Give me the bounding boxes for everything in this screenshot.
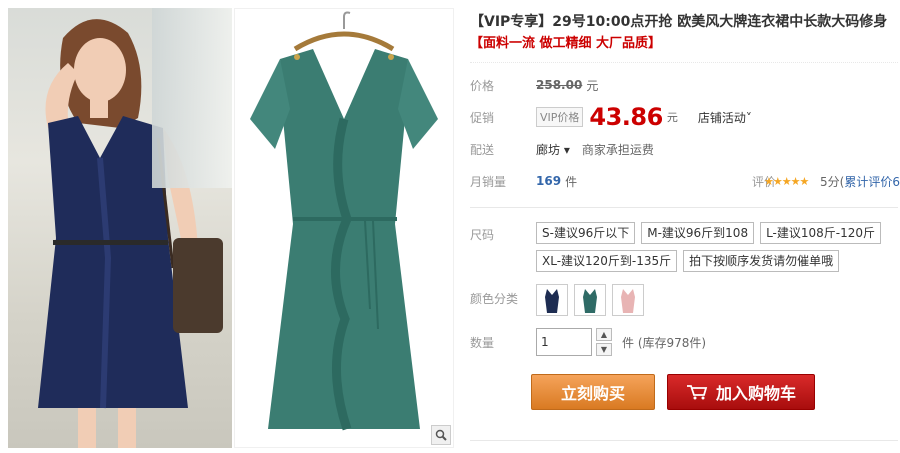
promo-label: 促销	[470, 110, 495, 125]
model-illustration	[38, 19, 223, 448]
price-unit: 元	[586, 78, 599, 93]
purchase-actions: 立刻购买 加入购物车	[531, 374, 898, 410]
sales-unit: 件	[565, 174, 578, 189]
vip-price-tag: VIP价格	[536, 107, 584, 127]
rating-count-link[interactable]: 累计评价6	[844, 175, 900, 189]
model-photo[interactable]	[8, 8, 232, 448]
ship-from-dropdown[interactable]: 廊坊 ▾	[536, 141, 570, 158]
size-label: 尺码	[470, 228, 495, 242]
product-title: 【VIP专享】29号10:00点开抢 欧美风大牌连衣裙中长款大码修身	[470, 14, 888, 30]
quantity-unit: 件	[622, 335, 635, 350]
quantity-label: 数量	[470, 335, 495, 350]
zoom-button[interactable]	[431, 425, 451, 445]
color-label: 颜色分类	[470, 292, 519, 306]
navy-dress-thumbnail	[545, 289, 559, 313]
shop-activity-dropdown[interactable]: 店铺活动˅	[698, 109, 752, 126]
original-price-row: 价格 258.00 元	[470, 69, 898, 101]
decrease-arrow-icon[interactable]: ▼	[596, 343, 612, 356]
add-to-cart-label: 加入购物车	[715, 384, 796, 403]
stock-info: 件 (库存978件)	[622, 334, 706, 351]
increase-arrow-icon[interactable]: ▲	[596, 328, 612, 341]
size-options: S-建议96斤以下 M-建议96斤到108 L-建议108斤-120斤 XL-建…	[536, 222, 896, 278]
magnifier-icon	[435, 429, 447, 441]
size-option-xl[interactable]: XL-建议120斤到-135斤	[536, 250, 678, 272]
color-option-navy[interactable]	[536, 284, 568, 316]
promo-price: 43.86	[589, 103, 663, 131]
rating-summary: 5分(累计评价6)	[820, 173, 900, 190]
color-option-pink[interactable]	[612, 284, 644, 316]
monthly-sales-label: 月销量	[470, 174, 507, 189]
shipping-row: 配送 廊坊 ▾ 商家承担运费	[470, 133, 898, 165]
size-option-note[interactable]: 拍下按顺序发货请勿催单哦	[683, 250, 840, 272]
green-dress-thumbnail	[583, 289, 597, 313]
quantity-row: 数量 ▲ ▼ 件 (库存978件)	[470, 328, 898, 356]
sales-row: 月销量 169 件 评价 ★★★★★ 5分(累计评价6)	[470, 165, 900, 197]
stock-count: (库存978件)	[637, 335, 707, 350]
size-option-l[interactable]: L-建议108斤-120斤	[760, 222, 882, 244]
price-area: 价格 258.00 元 促销 VIP价格 43.86 元 店铺活动˅ 配送 廊坊…	[470, 62, 900, 197]
size-option-s[interactable]: S-建议96斤以下	[536, 222, 636, 244]
price-label: 价格	[470, 78, 495, 93]
add-to-cart-button[interactable]: 加入购物车	[667, 374, 815, 410]
sku-area: 尺码 S-建议96斤以下 M-建议96斤到108 L-建议108斤-120斤 X…	[470, 207, 898, 410]
color-row: 颜色分类	[470, 282, 898, 316]
dress-illustration	[250, 11, 438, 431]
product-photo[interactable]	[234, 8, 454, 448]
size-option-m[interactable]: M-建议96斤到108	[641, 222, 755, 244]
buy-now-button[interactable]: 立刻购买	[531, 374, 655, 410]
rating-score: 5分(	[820, 174, 845, 189]
shipping-label: 配送	[470, 142, 495, 157]
quantity-input[interactable]	[536, 328, 592, 356]
rating-stars: ★★★★★	[764, 174, 809, 188]
cart-icon	[686, 384, 708, 400]
original-price: 258.00	[536, 78, 583, 92]
promo-unit: 元	[666, 111, 678, 124]
promo-row: 促销 VIP价格 43.86 元 店铺活动˅	[470, 101, 898, 133]
quantity-stepper: ▲ ▼	[596, 328, 612, 356]
size-row: 尺码 S-建议96斤以下 M-建议96斤到108 L-建议108斤-120斤 X…	[470, 222, 898, 278]
shipping-note: 商家承担运费	[581, 142, 654, 157]
product-gallery	[8, 8, 454, 448]
product-info-panel: 【VIP专享】29号10:00点开抢 欧美风大牌连衣裙中长款大码修身 【面料一流…	[470, 12, 900, 410]
color-option-green[interactable]	[574, 284, 606, 316]
product-subtitle: 【面料一流 做工精细 大厂品质】	[470, 36, 662, 51]
pink-dress-thumbnail	[621, 289, 635, 313]
bottom-divider	[470, 440, 898, 441]
monthly-sales-count: 169	[536, 174, 562, 188]
color-options	[536, 284, 650, 316]
